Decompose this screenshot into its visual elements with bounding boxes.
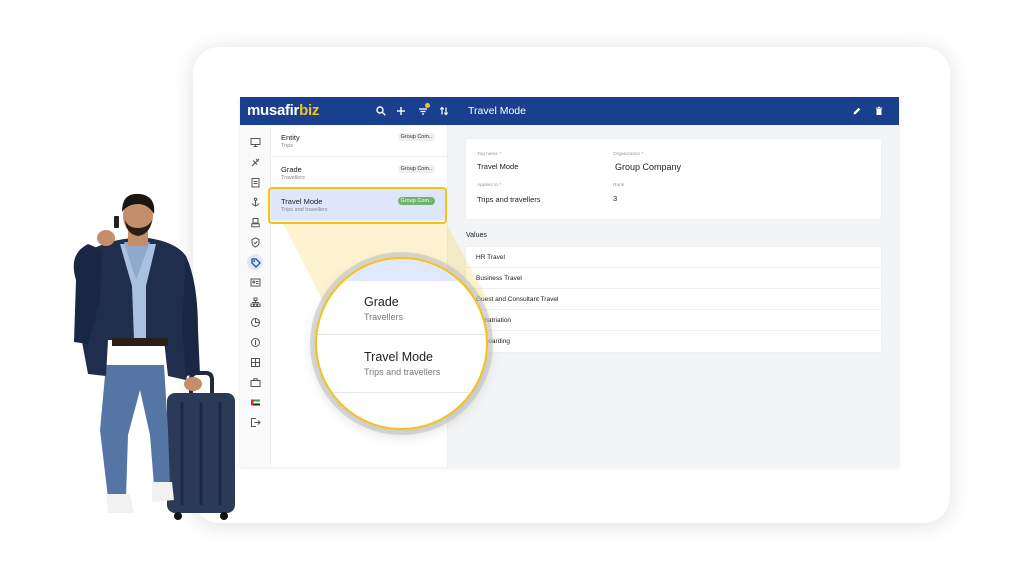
magnifier-item-travel-mode: Travel Mode Trips and travellers	[317, 335, 486, 393]
traveller-photo	[73, 193, 235, 520]
magnifier-item-title: Travel Mode	[364, 350, 434, 364]
suitcase-illustration	[167, 371, 235, 520]
magnifier-item-grade: Grade Travellers	[317, 281, 486, 335]
magnifier-highlight-band	[317, 259, 486, 281]
magnifier-callout: Grade Travellers Travel Mode Trips and t…	[315, 257, 488, 430]
magnifier-item-subtitle: Trips and travellers	[364, 367, 441, 377]
magnifier-item-subtitle: Travellers	[364, 312, 404, 322]
magnifier-item-title: Grade	[364, 295, 399, 309]
